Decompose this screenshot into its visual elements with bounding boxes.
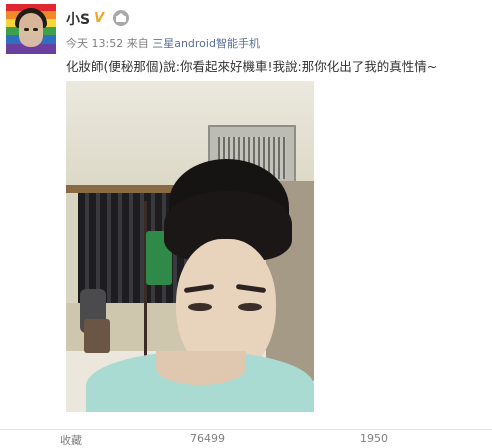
post-time[interactable]: 今天 13:52 [66,37,123,50]
action-bar-divider [0,429,492,430]
avatar-eye [33,28,38,31]
avatar[interactable] [6,4,56,54]
avatar-face [19,13,43,47]
post-text: 化妝師(便秘那個)說:你看起來好機車!我說:那你化出了我的真性情~ [66,59,438,74]
photo-stand-pole [144,201,147,371]
photo-box [84,319,110,353]
username-link[interactable]: 小S [66,9,90,29]
photo-towel [86,351,314,412]
favorite-action[interactable]: 收藏 [60,432,82,448]
photo-eye [188,303,212,311]
verified-v-icon[interactable]: V [94,11,104,26]
photo-eye [238,303,262,311]
member-crown-icon[interactable] [113,10,129,26]
post-source-link[interactable]: 三星android智能手机 [152,37,260,50]
post-from-label: 来自 [126,37,149,50]
post-photo[interactable] [66,81,314,412]
post-meta: 今天 13:52 来自 三星android智能手机 [66,35,260,51]
avatar-eye [24,28,29,31]
